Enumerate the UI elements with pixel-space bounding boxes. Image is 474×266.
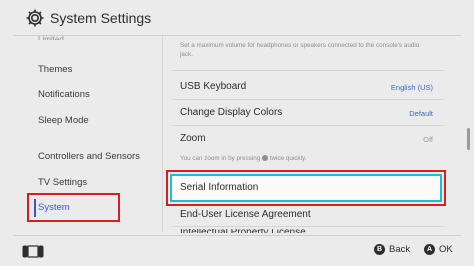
header-divider [13, 35, 461, 36]
usb-keyboard-value: English (US) [390, 83, 433, 92]
row-divider [172, 226, 444, 227]
ok-button[interactable]: A OK [424, 244, 453, 255]
partial-row-label[interactable]: Intellectual Property License [180, 229, 306, 233]
sidebar-item-tv-settings[interactable]: TV Settings [38, 177, 87, 188]
sidebar-item-notifications[interactable]: Notifications [38, 89, 90, 100]
zoom-description-before: You can zoom in by pressing [180, 155, 263, 162]
row-divider [172, 125, 444, 126]
scrollbar[interactable] [467, 128, 470, 150]
zoom-label[interactable]: Zoom [180, 133, 206, 144]
zoom-description-after: twice quickly. [268, 155, 307, 162]
back-button[interactable]: B Back [374, 244, 410, 255]
back-label: Back [389, 244, 411, 255]
ok-label: OK [439, 244, 453, 255]
usb-keyboard-label[interactable]: USB Keyboard [180, 81, 246, 92]
volume-description: Set a maximum volume for headphones or s… [180, 42, 420, 58]
zoom-description: You can zoom in by pressing twice quickl… [180, 154, 306, 163]
eula-label[interactable]: End-User License Agreement [180, 209, 311, 220]
footer-divider [13, 235, 461, 236]
sidebar-item-sleep-mode[interactable]: Sleep Mode [38, 115, 89, 126]
highlight-box-system [27, 193, 120, 222]
highlight-box-serial-information [166, 170, 446, 206]
a-button-icon: A [424, 244, 435, 255]
sidebar-item-themes[interactable]: Themes [38, 64, 72, 75]
zoom-value: Off [423, 135, 433, 144]
row-divider [172, 70, 444, 71]
page-title: System Settings [50, 10, 152, 26]
b-button-icon: B [374, 244, 385, 255]
console-icon [22, 245, 44, 258]
gear-icon [26, 9, 44, 27]
sidebar-item-controllers-and-sensors[interactable]: Controllers and Sensors [38, 151, 140, 162]
header: System Settings [0, 0, 474, 38]
sidebar-item-clipped[interactable]: Limited [38, 36, 64, 40]
panel-divider [162, 36, 163, 232]
change-display-colors-label[interactable]: Change Display Colors [180, 107, 282, 118]
change-display-colors-value: Default [409, 109, 433, 118]
row-divider [172, 99, 444, 100]
